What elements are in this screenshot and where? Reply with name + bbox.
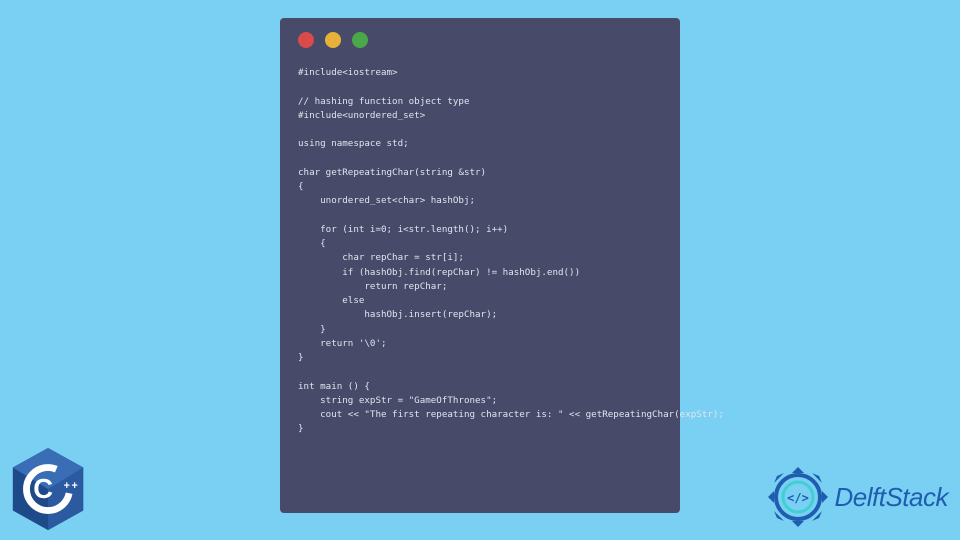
svg-text:C: C bbox=[33, 473, 53, 504]
code-window: #include<iostream> // hashing function o… bbox=[280, 18, 680, 513]
svg-text:+: + bbox=[64, 480, 70, 492]
close-icon bbox=[298, 32, 314, 48]
delftstack-gear-icon: </> bbox=[765, 464, 831, 530]
cpp-logo-icon: C + + bbox=[8, 446, 88, 534]
delftstack-text: DelftStack bbox=[835, 482, 949, 513]
minimize-icon bbox=[325, 32, 341, 48]
traffic-lights bbox=[298, 32, 662, 48]
code-block: #include<iostream> // hashing function o… bbox=[298, 66, 662, 437]
maximize-icon bbox=[352, 32, 368, 48]
delftstack-logo: </> DelftStack bbox=[765, 464, 949, 530]
svg-text:+: + bbox=[71, 480, 77, 492]
svg-text:</>: </> bbox=[787, 491, 809, 505]
